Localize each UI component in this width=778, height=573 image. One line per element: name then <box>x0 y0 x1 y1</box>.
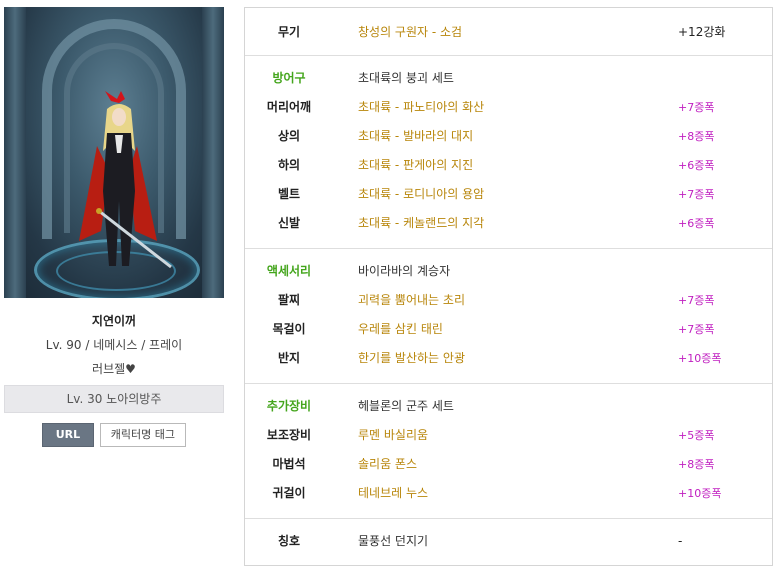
equip-row: 신발 초대륙 - 케놀랜드의 지각 +6증폭 <box>245 209 772 238</box>
character-guild: 러브젤♥ <box>92 362 136 376</box>
character-name: 지연이꺼 <box>91 314 137 328</box>
item-enhance: +7증폭 <box>678 101 715 114</box>
slot-label: 신발 <box>277 216 301 230</box>
item-name[interactable]: 초대륙 - 파노티아의 화산 <box>358 93 484 122</box>
slot-label: 마법석 <box>272 457 306 471</box>
item-enhance: +10증폭 <box>678 487 722 500</box>
weapon-section: 무기 창성의 구원자 - 소검 +12강화 <box>245 8 772 56</box>
title-section: 칭호 물풍선 던지기 - <box>245 519 772 565</box>
item-name[interactable]: 솔리움 폰스 <box>358 450 417 479</box>
item-name[interactable]: 물풍선 던지기 <box>358 527 428 556</box>
equipment-table: 무기 창성의 구원자 - 소검 +12강화 방어구 초대륙의 붕괴 세트 머리어… <box>244 7 773 566</box>
accessory-section: 액세서리 바이라바의 계승자 팔찌 괴력을 뿜어내는 초리 +7증폭 목걸이 우… <box>245 249 772 384</box>
armor-section: 방어구 초대륙의 붕괴 세트 머리어깨 초대륙 - 파노티아의 화산 +7증폭 … <box>245 56 772 249</box>
item-enhance: +5증폭 <box>678 429 715 442</box>
slot-label: 목걸이 <box>272 322 306 336</box>
equip-row: 벨트 초대륙 - 로디니아의 용암 +7증폭 <box>245 180 772 209</box>
slot-label: 상의 <box>277 129 301 143</box>
category-label: 추가장비 <box>266 399 312 413</box>
item-name[interactable]: 초대륙 - 케놀랜드의 지각 <box>358 209 484 238</box>
special-equipment-section: 추가장비 헤블론의 군주 세트 보조장비 루멘 바실리움 +5증폭 마법석 솔리… <box>245 384 772 519</box>
item-enhance: +6증폭 <box>678 159 715 172</box>
slot-label: 칭호 <box>277 534 301 548</box>
item-enhance: +7증폭 <box>678 294 715 307</box>
pillar-left <box>4 7 26 298</box>
item-enhance: +7증폭 <box>678 188 715 201</box>
slot-label: 팔찌 <box>277 293 301 307</box>
item-name[interactable]: 괴력을 뿜어내는 초리 <box>358 286 465 315</box>
equip-row-weapon: 무기 창성의 구원자 - 소검 +12강화 <box>245 18 772 47</box>
pillar-right <box>202 7 224 298</box>
equip-row: 상의 초대륙 - 발바라의 대지 +8증폭 <box>245 122 772 151</box>
item-enhance: - <box>678 534 683 548</box>
item-enhance: +8증폭 <box>678 130 715 143</box>
item-enhance: +6증폭 <box>678 217 715 230</box>
item-name[interactable]: 초대륙 - 판게아의 지진 <box>358 151 473 180</box>
equip-row: 하의 초대륙 - 판게아의 지진 +6증폭 <box>245 151 772 180</box>
character-profile: 지연이꺼 Lv. 90 / 네메시스 / 프레이 러브젤♥ Lv. 30 노아의… <box>4 7 224 447</box>
slot-label: 반지 <box>277 351 301 365</box>
set-name: 바이라바의 계승자 <box>358 264 451 278</box>
equip-row: 팔찌 괴력을 뿜어내는 초리 +7증폭 <box>245 286 772 315</box>
set-name: 초대륙의 붕괴 세트 <box>358 71 454 85</box>
item-name[interactable]: 테네브레 누스 <box>358 479 428 508</box>
item-enhance: +10증폭 <box>678 352 722 365</box>
equip-row: 귀걸이 테네브레 누스 +10증폭 <box>245 479 772 508</box>
category-label: 방어구 <box>272 71 306 85</box>
equip-row-accessory-set: 액세서리 바이라바의 계승자 <box>245 257 772 286</box>
slot-label: 무기 <box>277 25 301 39</box>
character-portrait <box>4 7 224 298</box>
item-name[interactable]: 한기를 발산하는 안광 <box>358 344 465 373</box>
character-figure <box>79 91 172 269</box>
category-label: 액세서리 <box>266 264 312 278</box>
profile-buttons: URL 캐릭터명 태그 <box>4 423 224 447</box>
character-tag-button[interactable]: 캐릭터명 태그 <box>99 423 187 447</box>
equip-row-special-set: 추가장비 헤블론의 군주 세트 <box>245 392 772 421</box>
equip-row: 머리어깨 초대륙 - 파노티아의 화산 +7증폭 <box>245 93 772 122</box>
slot-label: 벨트 <box>277 187 301 201</box>
slot-label: 보조장비 <box>266 428 312 442</box>
equip-row: 보조장비 루멘 바실리움 +5증폭 <box>245 421 772 450</box>
equip-row: 반지 한기를 발산하는 안광 +10증폭 <box>245 344 772 373</box>
item-name[interactable]: 초대륙 - 로디니아의 용암 <box>358 180 484 209</box>
equip-row: 목걸이 우레를 삼킨 태린 +7증폭 <box>245 315 772 344</box>
slot-label: 하의 <box>277 158 301 172</box>
item-enhance: +7증폭 <box>678 323 715 336</box>
set-name: 헤블론의 군주 세트 <box>358 399 454 413</box>
item-enhance: +12강화 <box>678 25 726 39</box>
item-name[interactable]: 우레를 삼킨 태린 <box>358 315 443 344</box>
equip-row-title: 칭호 물풍선 던지기 - <box>245 527 772 556</box>
item-name[interactable]: 초대륙 - 발바라의 대지 <box>358 122 473 151</box>
equip-row-armor-set: 방어구 초대륙의 붕괴 세트 <box>245 64 772 93</box>
item-name[interactable]: 루멘 바실리움 <box>358 421 428 450</box>
adventure-level: Lv. 30 노아의방주 <box>4 385 224 413</box>
slot-label: 머리어깨 <box>266 100 312 114</box>
item-name[interactable]: 창성의 구원자 - 소검 <box>358 18 462 47</box>
slot-label: 귀걸이 <box>272 486 306 500</box>
item-enhance: +8증폭 <box>678 458 715 471</box>
character-level-class: Lv. 90 / 네메시스 / 프레이 <box>45 338 183 352</box>
equip-row: 마법석 솔리움 폰스 +8증폭 <box>245 450 772 479</box>
url-button[interactable]: URL <box>41 423 94 447</box>
